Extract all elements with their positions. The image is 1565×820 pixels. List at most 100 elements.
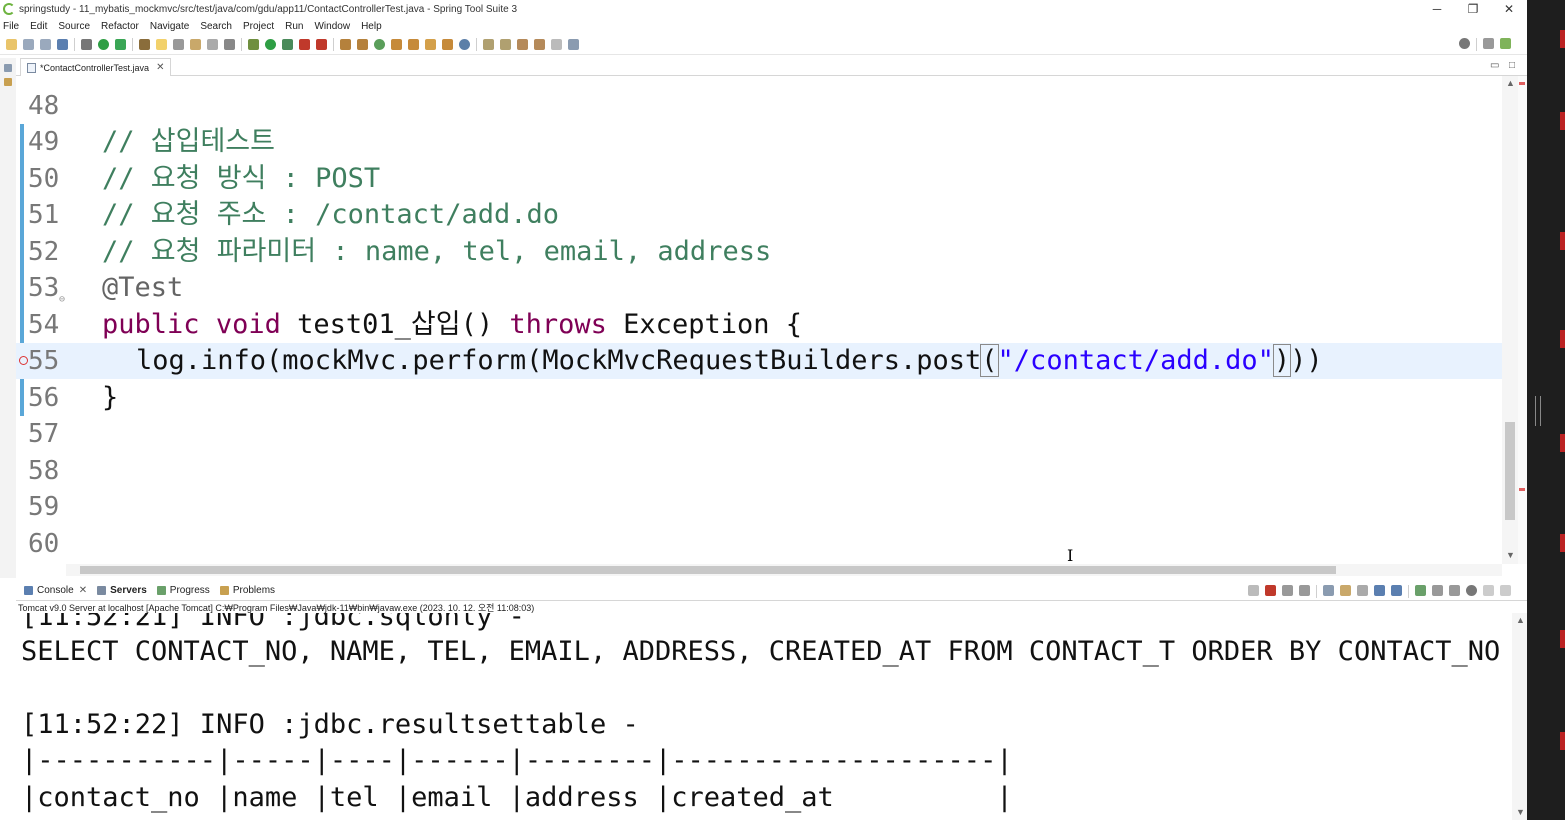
editor-tab-contactcontrollertest[interactable]: *ContactControllerTest.java ✕ — [20, 58, 172, 76]
terminate-icon[interactable] — [1265, 585, 1276, 596]
remove-all-icon[interactable] — [1299, 585, 1310, 596]
console-vertical-scrollbar[interactable]: ▲ ▼ — [1512, 613, 1527, 820]
console-output[interactable]: [11:52:21] INFO :jdbc.sqlonly - SELECT C… — [16, 613, 1512, 820]
new-icon[interactable] — [6, 39, 17, 50]
open-folder-icon[interactable] — [442, 39, 453, 50]
next-annotation-icon[interactable] — [483, 39, 494, 50]
save-all-icon[interactable] — [40, 39, 51, 50]
menu-edit[interactable]: Edit — [30, 21, 47, 32]
problems-icon — [219, 586, 229, 595]
print-icon[interactable] — [57, 39, 68, 50]
close-icon[interactable]: ✕ — [79, 585, 87, 596]
pin-editor-icon[interactable] — [568, 39, 579, 50]
toolbar-right — [1459, 38, 1517, 51]
menu-source[interactable]: Source — [58, 21, 90, 32]
scroll-down-icon[interactable]: ▼ — [1506, 550, 1515, 560]
code-line: 53 ⊖ @Test — [16, 270, 1502, 306]
stop-icon[interactable] — [299, 39, 310, 50]
closing-parens: )) — [1290, 345, 1323, 376]
code-editor[interactable]: 48 49 // 삽입테스트 50 // 요청 방식 : POST 51 // … — [16, 76, 1502, 564]
open-task-icon[interactable] — [408, 39, 419, 50]
toolbar-separator — [1316, 585, 1317, 598]
tab-console[interactable]: Console ✕ — [24, 585, 87, 596]
open-perspective-icon[interactable] — [1483, 38, 1494, 49]
show-whitespace-icon[interactable] — [190, 39, 201, 50]
scroll-up-icon[interactable]: ▲ — [1506, 78, 1515, 88]
toggle-mark-icon[interactable] — [139, 39, 150, 50]
tab-progress[interactable]: Progress — [156, 585, 210, 596]
show-on-stdout-icon[interactable] — [1374, 585, 1385, 596]
highlight-icon[interactable] — [156, 39, 167, 50]
forward-icon[interactable] — [551, 39, 562, 50]
open-console-icon[interactable] — [1449, 585, 1460, 596]
close-icon[interactable]: ✕ — [156, 62, 164, 73]
refresh-icon[interactable] — [115, 39, 126, 50]
restart-icon[interactable] — [1248, 585, 1259, 596]
search-tool-icon[interactable] — [425, 39, 436, 50]
open-type-icon[interactable] — [391, 39, 402, 50]
last-edit-icon[interactable] — [517, 39, 528, 50]
menu-refactor[interactable]: Refactor — [101, 21, 139, 32]
word-wrap-icon[interactable] — [1357, 585, 1368, 596]
coverage-icon[interactable] — [282, 39, 293, 50]
previous-annotation-icon[interactable] — [500, 39, 511, 50]
new-class-icon[interactable] — [374, 39, 385, 50]
code-line: 48 — [16, 88, 1502, 124]
globe-icon[interactable] — [459, 39, 470, 50]
resize-grip-icon[interactable] — [1535, 396, 1541, 426]
new-package-icon[interactable] — [357, 39, 368, 50]
clear-console-icon[interactable] — [1323, 585, 1334, 596]
scroll-thumb[interactable] — [80, 566, 1336, 574]
scroll-down-icon[interactable]: ▼ — [1516, 807, 1525, 817]
run-icon[interactable] — [265, 39, 276, 50]
menu-help[interactable]: Help — [361, 21, 382, 32]
new-java-project-icon[interactable] — [340, 39, 351, 50]
maximize-icon[interactable]: □ — [1509, 60, 1515, 71]
spring-perspective-icon[interactable] — [1500, 38, 1511, 49]
edge-mark — [1560, 30, 1565, 48]
minimize-icon[interactable]: ▭ — [1490, 60, 1499, 71]
menu-search[interactable]: Search — [200, 21, 232, 32]
close-window-button[interactable]: ✕ — [1491, 0, 1527, 18]
package-explorer-icon[interactable] — [4, 78, 12, 86]
settings-icon[interactable] — [1466, 585, 1477, 596]
editor-vertical-scrollbar[interactable]: ▲ ▼ — [1502, 76, 1518, 564]
error-mark[interactable] — [1519, 488, 1525, 491]
external-tools-icon[interactable] — [316, 39, 327, 50]
editor-horizontal-scrollbar[interactable] — [66, 564, 1502, 576]
code-text: } — [102, 382, 119, 413]
tab-servers[interactable]: Servers — [97, 585, 147, 596]
remove-launch-icon[interactable] — [1282, 585, 1293, 596]
menu-window[interactable]: Window — [314, 21, 350, 32]
overview-ruler[interactable] — [1518, 76, 1527, 564]
start-server-icon[interactable] — [98, 39, 109, 50]
debug-icon[interactable] — [248, 39, 259, 50]
menu-navigate[interactable]: Navigate — [150, 21, 189, 32]
pin-console-icon[interactable] — [1415, 585, 1426, 596]
minimize-button[interactable]: ─ — [1419, 0, 1455, 18]
tab-problems[interactable]: Problems — [219, 585, 275, 596]
back-icon[interactable] — [534, 39, 545, 50]
restore-button[interactable]: ❐ — [1455, 0, 1491, 18]
maximize-icon[interactable] — [1500, 585, 1511, 596]
scroll-lock-icon[interactable] — [1340, 585, 1351, 596]
error-icon[interactable] — [19, 356, 28, 365]
word-wrap-icon[interactable] — [207, 39, 218, 50]
menu-run[interactable]: Run — [285, 21, 303, 32]
paragraph-icon[interactable] — [224, 39, 235, 50]
scroll-thumb[interactable] — [1505, 422, 1515, 520]
display-console-icon[interactable] — [1432, 585, 1443, 596]
show-on-stderr-icon[interactable] — [1391, 585, 1402, 596]
adjacent-window-edge — [1527, 0, 1565, 820]
scroll-up-icon[interactable]: ▲ — [1516, 615, 1525, 625]
restore-view-icon[interactable] — [4, 64, 12, 72]
error-mark[interactable] — [1519, 82, 1525, 85]
menu-file[interactable]: File — [3, 21, 19, 32]
left-trim-bar — [0, 58, 16, 578]
menu-project[interactable]: Project — [243, 21, 274, 32]
skip-breakpoints-icon[interactable] — [81, 39, 92, 50]
block-selection-icon[interactable] — [173, 39, 184, 50]
save-icon[interactable] — [23, 39, 34, 50]
minimize-icon[interactable] — [1483, 585, 1494, 596]
search-icon[interactable] — [1459, 38, 1470, 49]
